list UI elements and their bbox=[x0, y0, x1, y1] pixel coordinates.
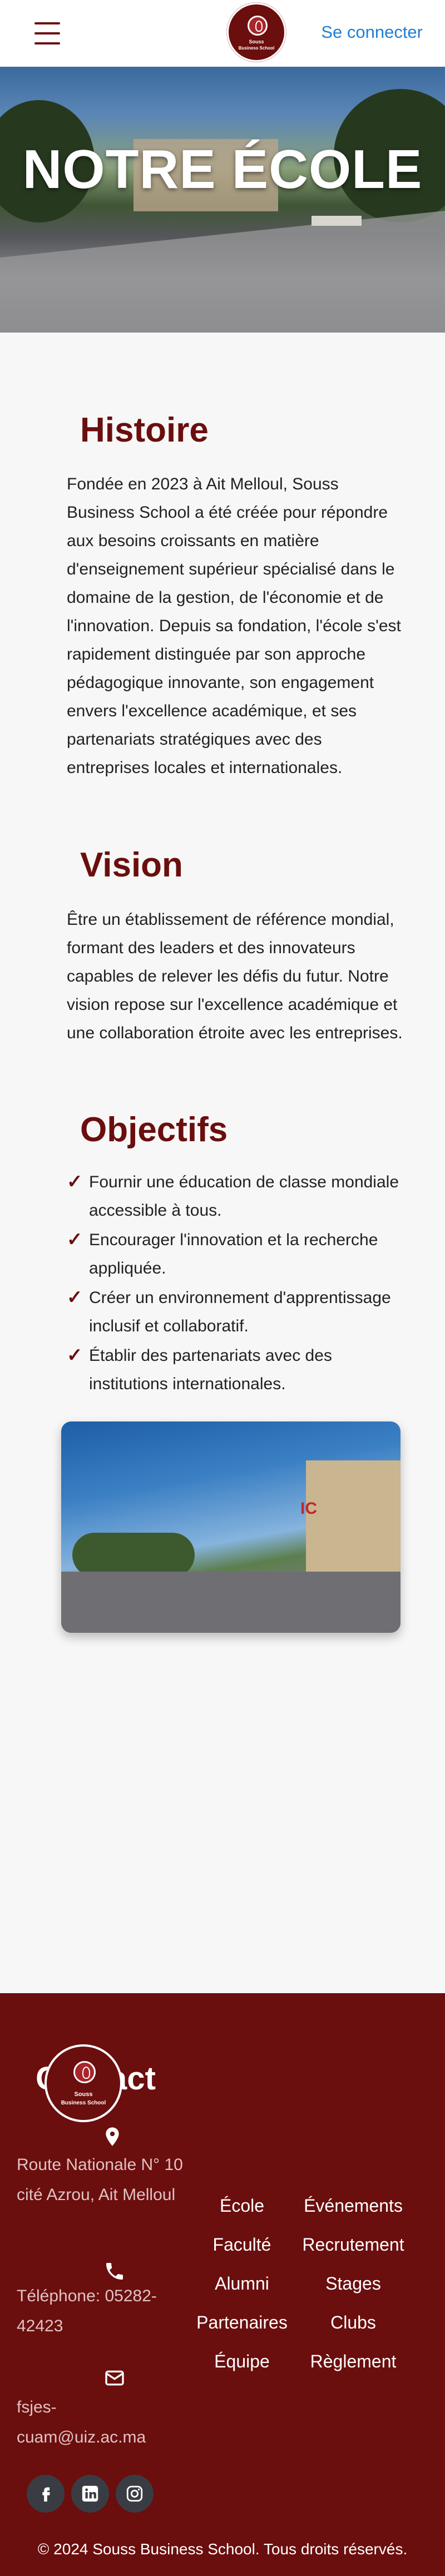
linkedin-icon[interactable] bbox=[71, 2475, 109, 2513]
objective-text: Créer un environnement d'apprentissage i… bbox=[89, 1289, 391, 1335]
vision-text: Être un établissement de référence mondi… bbox=[67, 910, 403, 1042]
objectives-list: ✓ Fournir une éducation de classe mondial… bbox=[67, 1168, 412, 1399]
footer-logo-text-line1: Souss bbox=[74, 2091, 93, 2098]
footer-phone: Téléphone: 05282-42423 bbox=[17, 2287, 157, 2335]
footer-link-recrutement[interactable]: Recrutement bbox=[289, 2232, 417, 2257]
objective-item: ✓ Encourager l'innovation et la recherche… bbox=[67, 1226, 412, 1282]
footer-link-faculte[interactable]: Faculté bbox=[195, 2232, 289, 2257]
vision-title: Vision bbox=[80, 846, 183, 884]
footer-address: Route Nationale N° 10 cité Azrou, Ait Me… bbox=[17, 2156, 183, 2204]
footer-link-equipe[interactable]: Équipe bbox=[195, 2349, 289, 2374]
footer-logo-emblem-icon bbox=[73, 2061, 96, 2083]
check-icon: ✓ bbox=[67, 1287, 83, 1308]
hero-bench-shape bbox=[312, 216, 362, 226]
hero-title: NOTRE ÉCOLE bbox=[22, 138, 423, 200]
footer-link-evenements[interactable]: Événements bbox=[289, 2193, 417, 2218]
logo-text-line1: Souss bbox=[249, 39, 264, 44]
footer-link-alumni[interactable]: Alumni bbox=[195, 2271, 289, 2296]
photo-ground-shape bbox=[61, 1572, 400, 1633]
photo-sign-text: IC bbox=[300, 1499, 317, 1518]
footer-logo-text-line2: Business School bbox=[61, 2100, 106, 2106]
hamburger-menu-icon[interactable] bbox=[34, 20, 62, 47]
location-pin-icon bbox=[106, 2127, 119, 2146]
objective-item: ✓ Établir des partenariats avec des insti… bbox=[67, 1341, 412, 1398]
footer-link-ecole[interactable]: École bbox=[195, 2193, 289, 2218]
footer-logo[interactable]: Souss Business School bbox=[44, 2044, 122, 2122]
instagram-icon[interactable] bbox=[116, 2475, 154, 2513]
check-icon: ✓ bbox=[67, 1345, 83, 1366]
phone-icon bbox=[106, 2263, 123, 2280]
histoire-text: Fondée en 2023 à Ait Melloul, Souss Busi… bbox=[67, 475, 401, 777]
facebook-icon[interactable] bbox=[27, 2475, 65, 2513]
hamburger-line bbox=[34, 32, 60, 34]
objectifs-title: Objectifs bbox=[80, 1111, 228, 1149]
hero-banner: NOTRE ÉCOLE bbox=[0, 67, 445, 333]
top-navbar: Souss Business School Se connecter bbox=[0, 0, 445, 67]
footer-link-partenaires[interactable]: Partenaires bbox=[195, 2310, 289, 2335]
logo-emblem-icon bbox=[248, 16, 268, 36]
hero-walkway-shape bbox=[0, 207, 445, 333]
check-icon: ✓ bbox=[67, 1171, 83, 1192]
copyright-text: © 2024 Souss Business School. Tous droit… bbox=[37, 2540, 408, 2558]
footer-link-reglement[interactable]: Règlement bbox=[289, 2349, 417, 2374]
footer-email[interactable]: fsjes-cuam@uiz.ac.ma bbox=[17, 2392, 184, 2453]
campus-photo: IC bbox=[61, 1421, 400, 1633]
hamburger-line bbox=[34, 22, 60, 24]
objective-text: Établir des partenariats avec des instit… bbox=[89, 1346, 332, 1393]
footer-link-clubs[interactable]: Clubs bbox=[289, 2310, 417, 2335]
histoire-title: Histoire bbox=[80, 411, 209, 449]
objective-item: ✓ Créer un environnement d'apprentissage … bbox=[67, 1284, 412, 1340]
login-link[interactable]: Se connecter bbox=[321, 22, 423, 42]
objective-text: Fournir une éducation de classe mondiale… bbox=[89, 1173, 399, 1220]
objective-text: Encourager l'innovation et la recherche … bbox=[89, 1231, 378, 1277]
check-icon: ✓ bbox=[67, 1229, 83, 1250]
school-logo[interactable]: Souss Business School bbox=[227, 3, 286, 62]
hamburger-line bbox=[34, 42, 60, 44]
envelope-icon bbox=[105, 2370, 124, 2386]
objective-item: ✓ Fournir une éducation de classe mondial… bbox=[67, 1168, 412, 1225]
photo-trees-shape bbox=[72, 1533, 195, 1577]
footer-links: École Événements Faculté Recrutement Alu… bbox=[195, 2193, 428, 2374]
footer: Contact Souss Business School Route Nati… bbox=[0, 1993, 445, 2576]
footer-link-stages[interactable]: Stages bbox=[289, 2271, 417, 2296]
logo-text-line2: Business School bbox=[238, 46, 275, 51]
